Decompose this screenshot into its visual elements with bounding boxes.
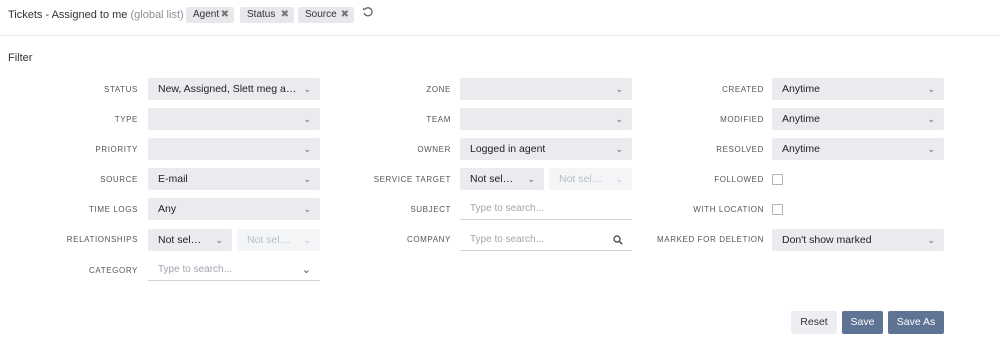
relationships-label: RELATIONSHIPS: [66, 235, 138, 244]
followed-checkbox[interactable]: [772, 174, 783, 185]
chevron-down-icon: ⌄: [615, 174, 623, 184]
relationships-secondary-value: Not sel…: [247, 234, 291, 246]
followed-label: FOLLOWED: [714, 175, 764, 184]
source-label: SOURCE: [100, 175, 138, 184]
subject-search-input[interactable]: Type to search...: [460, 198, 632, 220]
save-button[interactable]: Save: [842, 311, 883, 334]
chevron-down-icon: ⌄: [303, 144, 311, 154]
chevron-down-icon: ⌄: [303, 235, 311, 245]
marked-for-deletion-value: Don't show marked: [782, 234, 872, 246]
relationships-value: Not sel…: [158, 234, 202, 246]
chevron-down-icon: ⌄: [615, 144, 623, 154]
page-subtitle: (global list): [130, 9, 184, 21]
search-icon[interactable]: [613, 229, 623, 251]
category-placeholder: Type to search...: [158, 264, 232, 275]
marked-for-deletion-select[interactable]: Don't show marked ⌄: [772, 229, 944, 251]
source-value: E-mail: [158, 173, 188, 185]
page-title-text: Tickets - Assigned to me: [8, 9, 128, 21]
priority-label: PRIORITY: [95, 145, 138, 154]
owner-select[interactable]: Logged in agent ⌄: [460, 138, 632, 160]
time-logs-label: TIME LOGS: [89, 205, 138, 214]
type-label: TYPE: [114, 115, 138, 124]
created-select[interactable]: Anytime ⌄: [772, 78, 944, 100]
service-target-label: SERVICE TARGET: [373, 175, 451, 184]
relationships-select[interactable]: Not sel… ⌄: [148, 229, 232, 251]
chevron-down-icon: ⌄: [927, 84, 935, 94]
modified-label: MODIFIED: [720, 115, 764, 124]
time-logs-value: Any: [158, 203, 177, 215]
chevron-down-icon: ⌄: [615, 84, 623, 94]
chip-label: Status: [247, 9, 276, 20]
modified-select[interactable]: Anytime ⌄: [772, 108, 944, 130]
category-label: CATEGORY: [89, 266, 138, 275]
remove-chip-icon[interactable]: ✖: [221, 7, 229, 23]
chevron-down-icon: ⌄: [215, 235, 223, 245]
save-as-button[interactable]: Save As: [888, 311, 944, 334]
source-select[interactable]: E-mail ⌄: [148, 168, 320, 190]
chevron-down-icon: ⌄: [527, 174, 535, 184]
time-logs-select[interactable]: Any ⌄: [148, 198, 320, 220]
reset-button[interactable]: Reset: [791, 311, 837, 334]
filter-heading: Filter: [8, 52, 33, 64]
resolved-label: RESOLVED: [716, 145, 764, 154]
created-value: Anytime: [782, 83, 820, 95]
created-label: CREATED: [722, 85, 764, 94]
chevron-down-icon: ⌄: [927, 235, 935, 245]
with-location-label: WITH LOCATION: [693, 205, 764, 214]
subject-label: SUBJECT: [410, 205, 451, 214]
refresh-icon[interactable]: [361, 6, 375, 20]
company-placeholder: Type to search...: [470, 234, 544, 245]
team-select[interactable]: ⌄: [460, 108, 632, 130]
owner-value: Logged in agent: [470, 143, 546, 155]
company-search-input[interactable]: Type to search...: [460, 229, 632, 251]
page-title: Tickets - Assigned to me (global list): [8, 9, 184, 21]
category-search-input[interactable]: Type to search... ⌄: [148, 259, 320, 281]
chevron-down-icon: ⌄: [615, 114, 623, 124]
chevron-down-icon: ⌄: [303, 174, 311, 184]
chevron-down-icon: ⌄: [303, 84, 311, 94]
chevron-down-icon: ⌄: [927, 144, 935, 154]
service-target-value: Not sel…: [470, 173, 514, 185]
chevron-down-icon: ⌄: [303, 204, 311, 214]
with-location-checkbox[interactable]: [772, 204, 783, 215]
status-value: New, Assigned, Slett meg a…: [158, 83, 297, 95]
filter-chip-status[interactable]: Status ✖: [240, 7, 294, 23]
status-label: STATUS: [104, 85, 138, 94]
filter-chip-agent[interactable]: Agent ✖: [186, 7, 234, 23]
chevron-down-icon: ⌄: [303, 114, 311, 124]
status-select[interactable]: New, Assigned, Slett meg a… ⌄: [148, 78, 320, 100]
priority-select[interactable]: ⌄: [148, 138, 320, 160]
remove-chip-icon[interactable]: ✖: [341, 7, 349, 23]
chip-label: Agent: [193, 9, 220, 20]
type-select[interactable]: ⌄: [148, 108, 320, 130]
relationships-secondary-select: Not sel… ⌄: [237, 229, 320, 251]
zone-select[interactable]: ⌄: [460, 78, 632, 100]
filter-chip-source[interactable]: Source ✖: [298, 7, 354, 23]
service-target-select[interactable]: Not sel… ⌄: [460, 168, 544, 190]
modified-value: Anytime: [782, 113, 820, 125]
team-label: TEAM: [426, 115, 451, 124]
chevron-down-icon[interactable]: ⌄: [302, 259, 311, 281]
chip-label: Source: [305, 9, 337, 20]
zone-label: ZONE: [426, 85, 451, 94]
top-bar: Tickets - Assigned to me (global list) A…: [0, 0, 1000, 36]
subject-placeholder: Type to search...: [470, 203, 544, 214]
resolved-value: Anytime: [782, 143, 820, 155]
service-target-secondary-value: Not sel…: [559, 173, 603, 185]
service-target-secondary-select: Not sel… ⌄: [549, 168, 632, 190]
remove-chip-icon[interactable]: ✖: [281, 7, 289, 23]
resolved-select[interactable]: Anytime ⌄: [772, 138, 944, 160]
company-label: COMPANY: [406, 235, 451, 244]
marked-for-deletion-label: MARKED FOR DELETION: [657, 235, 764, 244]
chevron-down-icon: ⌄: [927, 114, 935, 124]
owner-label: OWNER: [417, 145, 451, 154]
